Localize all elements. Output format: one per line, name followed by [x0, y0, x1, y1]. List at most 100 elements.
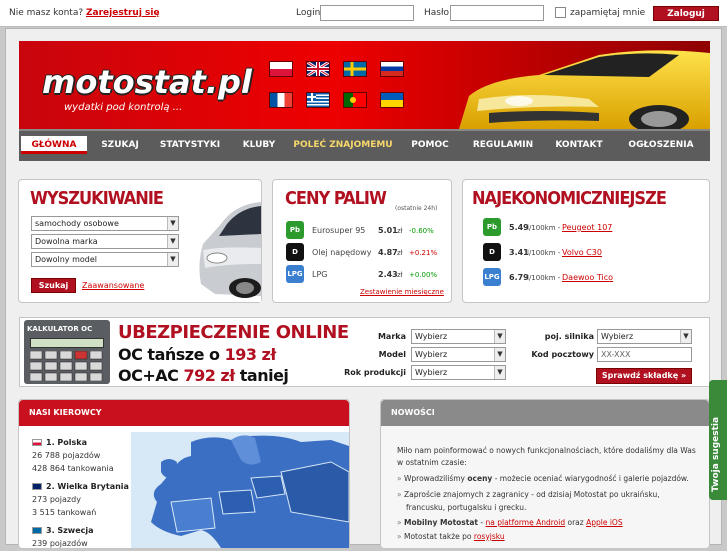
chevron-down-icon: ▼: [167, 253, 178, 266]
logo-text: motostat.pl: [42, 63, 252, 101]
page-container: motostat.pl wydatki pod kontrolą ... GŁÓ…: [5, 28, 722, 549]
android-link[interactable]: na platformę Android: [486, 518, 566, 527]
flag-pt-icon[interactable]: [343, 92, 367, 108]
news-text: Wprowadziliśmy: [403, 474, 465, 483]
fuel-prices-subtitle: (ostatnie 24h): [395, 205, 438, 212]
logo-tagline: wydatki pod kontrolą ...: [64, 102, 183, 113]
news-item: » Wprowadziliśmy oceny - możecie oceniać…: [397, 474, 689, 483]
news-header: NOWOŚCI: [381, 400, 709, 426]
production-year-select[interactable]: Wybierz ▼: [411, 365, 506, 380]
country-rank: 2. Wielka Brytania: [46, 482, 129, 491]
top-login-bar: Nie masz konta? Zarejestruj się Login: H…: [0, 0, 727, 27]
search-button[interactable]: Szukaj: [31, 278, 76, 293]
password-label: Hasło:: [424, 8, 453, 18]
fuel-unit: zł: [397, 249, 403, 257]
login-input[interactable]: [320, 5, 414, 21]
search-panel: WYSZUKIWANIE samochody osobowe ▼ Dowolna …: [18, 179, 262, 303]
flag-gb-icon[interactable]: [306, 60, 330, 78]
most-economical-panel: NAJEKONOMICZNIEJSZE Pb 5.49 l/100km - Pe…: [462, 179, 710, 303]
flag-ru-icon[interactable]: [380, 61, 404, 77]
password-input[interactable]: [450, 5, 544, 21]
fuel-price: 5.01: [378, 226, 398, 235]
ios-link[interactable]: Apple iOS: [586, 518, 622, 527]
year-value: Wybierz: [415, 368, 448, 377]
consumption-value: 3.41: [509, 248, 529, 257]
diesel-d-icon: D: [483, 243, 501, 261]
drivers-header: NASI KIEROWCY: [19, 400, 349, 426]
insurance-oc-line: OC tańsze o 193 zł: [118, 345, 276, 364]
russian-link[interactable]: rosyjsku: [474, 532, 505, 541]
news-panel: NOWOŚCI Miło nam poinformować o nowych f…: [380, 399, 710, 549]
nav-item-statystyki[interactable]: STATYSTYKI: [155, 136, 225, 154]
car-link[interactable]: Daewoo Tico: [562, 273, 613, 282]
nav-item-kluby[interactable]: KLUBY: [231, 136, 287, 154]
consumption-unit: l/100km -: [527, 249, 561, 257]
insurance-ocac-line: OC+AC 792 zł taniej: [118, 366, 289, 385]
news-item: » Mobilny Motostat - na platformę Androi…: [397, 518, 623, 527]
engine-capacity-select[interactable]: Wybierz ▼: [597, 329, 692, 344]
flag-pl-icon[interactable]: [269, 61, 293, 77]
petrol-pb-icon: Pb: [483, 218, 501, 236]
car-link[interactable]: Peugeot 107: [562, 223, 612, 232]
chevron-down-icon: ▼: [494, 348, 505, 361]
news-text: -: [480, 518, 484, 527]
check-premium-button[interactable]: Sprawdź składkę »: [596, 368, 692, 384]
europe-map[interactable]: [131, 432, 350, 548]
country-rank: 1. Polska: [46, 438, 87, 447]
fuel-name: Eurosuper 95: [312, 226, 366, 235]
model-value: Dowolny model: [35, 255, 97, 264]
nav-item-pomoc[interactable]: POMOC: [399, 136, 461, 154]
consumption-unit: l/100km -: [527, 224, 561, 232]
remember-label: zapamiętaj mnie: [570, 8, 646, 18]
chevron-down-icon: ▼: [680, 330, 691, 343]
engine-capacity-label: poj. silnika: [544, 332, 594, 341]
consumption-value: 6.79: [509, 273, 529, 282]
fuel-prices-panel: CENY PALIW (ostatnie 24h) Pb Eurosuper 9…: [272, 179, 452, 303]
country-rank: 3. Szwecja: [46, 526, 94, 535]
suggestion-tab[interactable]: Twoja sugestia: [709, 380, 727, 500]
model-label: Model: [378, 350, 406, 359]
make-label: Marka: [377, 332, 406, 341]
postal-code-input[interactable]: XX-XXX: [597, 347, 692, 362]
register-link[interactable]: Zarejestruj się: [86, 8, 160, 18]
chevron-down-icon: ▼: [167, 217, 178, 230]
news-text: oraz: [567, 518, 584, 527]
search-title: WYSZUKIWANIE: [30, 188, 164, 209]
fuel-change: +0.21%: [409, 249, 438, 257]
flag-ua-icon[interactable]: [380, 92, 404, 108]
flag-se-icon[interactable]: [343, 61, 367, 77]
login-button[interactable]: Zaloguj: [653, 6, 719, 21]
brand-select[interactable]: Dowolna marka ▼: [31, 234, 179, 249]
nav-item-ogloszenia[interactable]: OGŁOSZENIA: [619, 136, 703, 154]
vehicle-type-select[interactable]: samochody osobowe ▼: [31, 216, 179, 231]
insurance-banner: KALKULATOR OC UBEZPIECZENIE ONLINE OC ta…: [19, 317, 710, 387]
make-value: Wybierz: [415, 332, 448, 341]
banner-car-image: [449, 41, 710, 129]
car-link[interactable]: Volvo C30: [562, 248, 602, 257]
make-select[interactable]: Wybierz ▼: [411, 329, 506, 344]
fuel-name: LPG: [312, 270, 328, 279]
flag-fr-icon[interactable]: [269, 92, 293, 108]
fuel-price: 2.43: [378, 270, 398, 279]
suggestion-label: Twoja sugestia: [711, 416, 721, 492]
model-select[interactable]: Dowolny model ▼: [31, 252, 179, 267]
logo[interactable]: motostat.pl wydatki pod kontrolą ...: [19, 41, 259, 129]
lpg-icon: LPG: [286, 265, 304, 283]
nav-item-glowna[interactable]: GŁÓWNA: [21, 136, 87, 154]
country-refuels: 3 515 tankowań: [32, 508, 97, 517]
brand-value: Dowolna marka: [35, 237, 98, 246]
no-account-text: Nie masz konta?: [9, 8, 84, 18]
nav-item-regulamin[interactable]: REGULAMIN: [467, 136, 539, 154]
remember-checkbox[interactable]: [555, 7, 566, 18]
flag-gb-icon: [32, 483, 42, 490]
nav-item-polec-znajomemu[interactable]: POLEĆ ZNAJOMEMU: [293, 136, 393, 154]
advanced-search-link[interactable]: Zaawansowane: [82, 281, 144, 290]
flag-gr-icon[interactable]: [306, 92, 330, 108]
monthly-summary-link[interactable]: Zestawienie miesięczne: [360, 288, 444, 296]
nav-item-szukaj[interactable]: SZUKAJ: [91, 136, 149, 154]
nav-item-kontakt[interactable]: KONTAKT: [545, 136, 613, 154]
news-text: Zaproście znajomych z zagranicy - od dzi…: [403, 490, 660, 512]
consumption-unit: l/100km -: [527, 274, 561, 282]
news-text: - możecie oceniać wiarygodność i galerie…: [494, 474, 689, 483]
insurance-model-select[interactable]: Wybierz ▼: [411, 347, 506, 362]
